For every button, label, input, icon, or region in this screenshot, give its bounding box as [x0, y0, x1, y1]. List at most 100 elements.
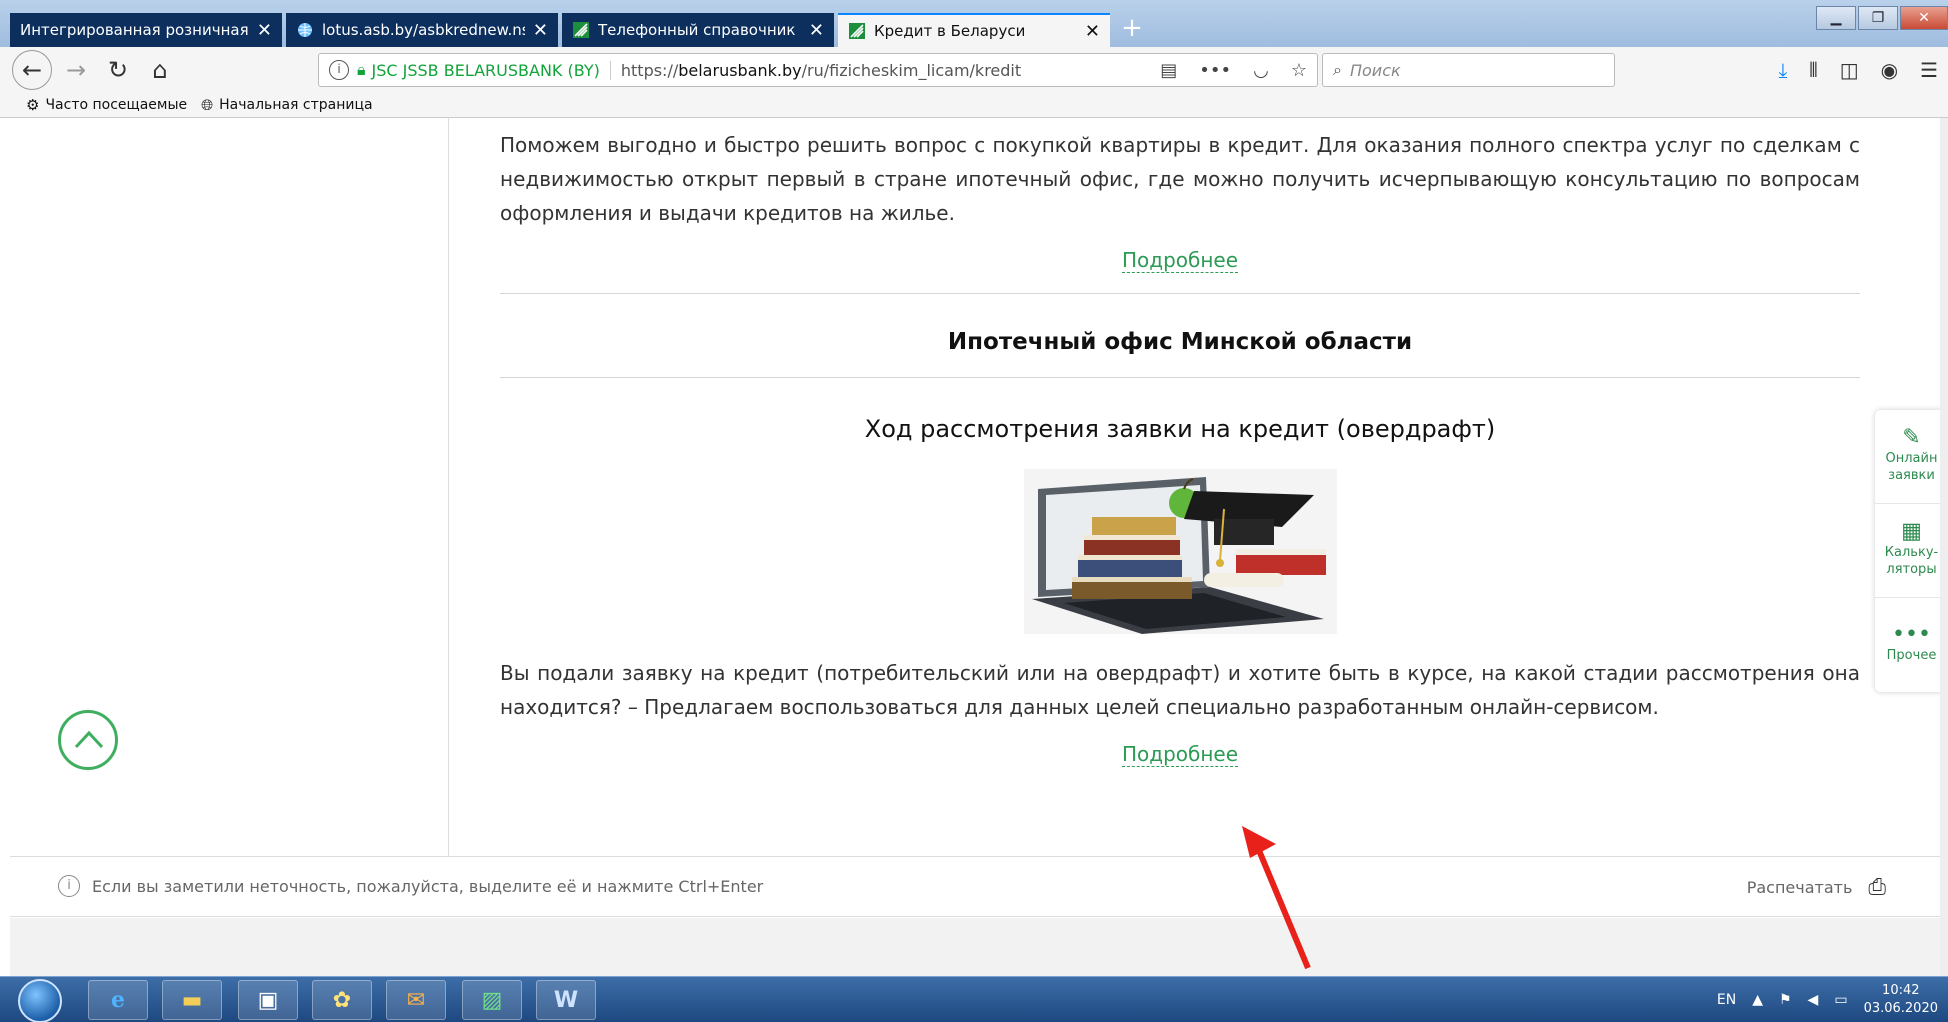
main-column: Поможем выгодно и быстро решить вопрос с… — [500, 118, 1860, 767]
tab-lotus[interactable]: lotus.asb.by/asbkrednew.nsf ✕ — [286, 13, 558, 47]
info-icon[interactable]: i — [329, 60, 349, 80]
url-text[interactable]: https://belarusbank.by/ru/fizicheskim_li… — [621, 61, 1021, 80]
sidebar-icon[interactable]: ◫ — [1840, 58, 1859, 82]
download-icon[interactable]: ⤓ — [1778, 58, 1787, 82]
taskbar-ie[interactable]: e — [88, 980, 148, 1020]
new-tab-button[interactable]: + — [1118, 13, 1146, 43]
window-close-button[interactable]: ✕ — [1900, 6, 1948, 30]
reload-button[interactable]: ↻ — [100, 52, 136, 88]
side-label: Онлайн — [1885, 451, 1938, 466]
reader-view-icon[interactable]: ▤ — [1160, 60, 1177, 81]
bookmark-star-icon[interactable]: ☆ — [1291, 60, 1307, 81]
volume-icon[interactable]: ◀ — [1808, 992, 1819, 1008]
clock-time: 10:42 — [1882, 983, 1920, 998]
belarusbank-logo-icon — [848, 22, 866, 40]
tab-title: Кредит в Беларуси — [874, 22, 1026, 40]
taskbar-belarusbank[interactable]: ▨ — [462, 980, 522, 1020]
tray-expand-icon[interactable]: ▲ — [1752, 992, 1763, 1008]
side-label: Кальку- — [1884, 545, 1939, 560]
bookmark-home-page[interactable]: 🌐︎ Начальная страница — [201, 96, 372, 114]
window-controls: ▁ ❐ ✕ — [1814, 6, 1948, 30]
forward-button[interactable]: → — [58, 52, 94, 88]
tab-title: lotus.asb.by/asbkrednew.nsf — [322, 21, 525, 39]
search-placeholder: Поиск — [1349, 60, 1401, 80]
maximize-button[interactable]: ❐ — [1858, 6, 1898, 30]
taskbar-outlook[interactable]: ✉ — [386, 980, 446, 1020]
side-floating-panel: ✎ Онлайн заявки ▦ Кальку- ляторы ••• Про… — [1875, 410, 1948, 692]
notice-text: Если вы заметили неточность, пожалуйста,… — [92, 876, 764, 896]
url-path: /ru/fizicheskim_licam/kredit — [801, 60, 1022, 80]
application-status-paragraph: Вы подали заявку на кредит (потребительс… — [500, 661, 1860, 719]
back-button[interactable]: ← — [12, 50, 52, 90]
minimize-button[interactable]: ▁ — [1816, 6, 1856, 30]
close-icon[interactable]: ✕ — [1085, 21, 1100, 42]
language-indicator[interactable]: EN — [1717, 992, 1736, 1008]
url-actions: ▤ ••• ◡ ☆ — [1160, 60, 1307, 81]
more-link-application-status[interactable]: Подробнее — [1121, 742, 1239, 767]
page-actions-icon[interactable]: ••• — [1199, 60, 1231, 81]
account-icon[interactable]: ◉ — [1881, 58, 1898, 82]
globe-icon — [296, 21, 314, 39]
gear-icon: ⚙ — [26, 96, 40, 114]
flag-icon[interactable]: ⚑ — [1779, 992, 1792, 1008]
tab-integrated-retail[interactable]: Интегрированная розничная сист ✕ — [10, 13, 282, 47]
tab-title: Интегрированная розничная сист — [20, 21, 249, 39]
taskbar-app-window[interactable]: ▣ — [238, 980, 298, 1020]
navigation-bar: ← → ↻ ⌂ i 🔒︎ JSC JSSB BELARUSBANK (BY) h… — [0, 47, 1948, 93]
taskbar-lotus[interactable]: ✿ — [312, 980, 372, 1020]
bookmark-most-visited[interactable]: ⚙ Часто посещаемые — [26, 96, 187, 114]
close-icon[interactable]: ✕ — [257, 20, 272, 41]
bookmarks-toolbar: ⚙ Часто посещаемые 🌐︎ Начальная страница — [0, 93, 1948, 118]
footer-area — [10, 918, 1948, 976]
tab-phone-directory[interactable]: Телефонный справочник ОА ✕ — [562, 13, 834, 47]
online-applications-button[interactable]: ✎ Онлайн заявки — [1875, 410, 1948, 504]
start-button[interactable] — [18, 979, 62, 1022]
edit-icon: ✎ — [1902, 425, 1921, 450]
scroll-to-top-button[interactable] — [58, 710, 118, 770]
home-button[interactable]: ⌂ — [142, 52, 178, 88]
print-label: Распечатать — [1746, 878, 1853, 897]
more-link-mortgage[interactable]: Подробнее — [1121, 248, 1239, 273]
folder-icon: ▬ — [181, 987, 203, 1013]
outlook-icon: ✉ — [406, 987, 426, 1013]
arrow-right-icon: → — [65, 56, 87, 84]
system-tray: EN ▲ ⚑ ◀ ▭ 10:42 03.06.2020 — [1717, 977, 1938, 1022]
clock[interactable]: 10:42 03.06.2020 — [1864, 982, 1938, 1018]
belarusbank-logo-icon — [572, 21, 590, 39]
taskbar-word[interactable]: W — [536, 980, 596, 1020]
section-heading: Ход рассмотрения заявки на кредит (оверд… — [864, 415, 1496, 443]
page-content: Поможем выгодно и быстро решить вопрос с… — [0, 118, 1948, 976]
network-icon[interactable]: ▭ — [1834, 992, 1847, 1008]
search-input[interactable]: ⌕ Поиск — [1322, 53, 1615, 87]
mortgage-paragraph: Поможем выгодно и быстро решить вопрос с… — [500, 133, 1860, 225]
tab-credit-belarus[interactable]: Кредит в Беларуси ✕ — [838, 13, 1110, 47]
laptop-books-image — [1023, 469, 1337, 634]
globe-icon: 🌐︎ — [201, 96, 214, 114]
ie-icon: e — [111, 987, 125, 1013]
windows-taskbar: e ▬ ▣ ✿ ✉ ▨ W EN ▲ ⚑ ◀ ▭ 10:42 03.06.202… — [0, 976, 1948, 1022]
reload-icon: ↻ — [107, 56, 129, 84]
more-icon: ••• — [1892, 622, 1931, 647]
side-label: ляторы — [1886, 562, 1937, 577]
pocket-icon[interactable]: ◡ — [1253, 60, 1269, 81]
toolbar-icons: ⤓ ⫴ ◫ ◉ ☰ — [1778, 47, 1938, 93]
other-button[interactable]: ••• Прочее — [1875, 598, 1948, 692]
search-icon: ⌕ — [1333, 60, 1342, 79]
taskbar-explorer[interactable]: ▬ — [162, 980, 222, 1020]
belarusbank-logo-icon: ▨ — [481, 987, 503, 1013]
vertical-scrollbar[interactable] — [1940, 118, 1948, 976]
error-notice: i Если вы заметили неточность, пожалуйст… — [58, 875, 763, 897]
menu-icon[interactable]: ☰ — [1920, 58, 1938, 82]
url-bar[interactable]: i 🔒︎ JSC JSSB BELARUSBANK (BY) https://b… — [318, 53, 1318, 87]
close-icon[interactable]: ✕ — [809, 20, 824, 41]
close-icon[interactable]: ✕ — [533, 20, 548, 41]
side-label: заявки — [1888, 468, 1935, 483]
print-button[interactable]: Распечатать ⎙ — [1747, 875, 1886, 900]
tab-title: Телефонный справочник ОА — [598, 21, 801, 39]
bookmark-label: Часто посещаемые — [45, 97, 188, 113]
mortgage-office-heading[interactable]: Ипотечный офис Минской области — [500, 329, 1860, 355]
error-notice-bar: i Если вы заметили неточность, пожалуйст… — [10, 856, 1948, 917]
library-icon[interactable]: ⫴ — [1809, 58, 1817, 82]
arrow-left-icon: ← — [21, 56, 43, 84]
calculators-button[interactable]: ▦ Кальку- ляторы — [1875, 504, 1948, 598]
